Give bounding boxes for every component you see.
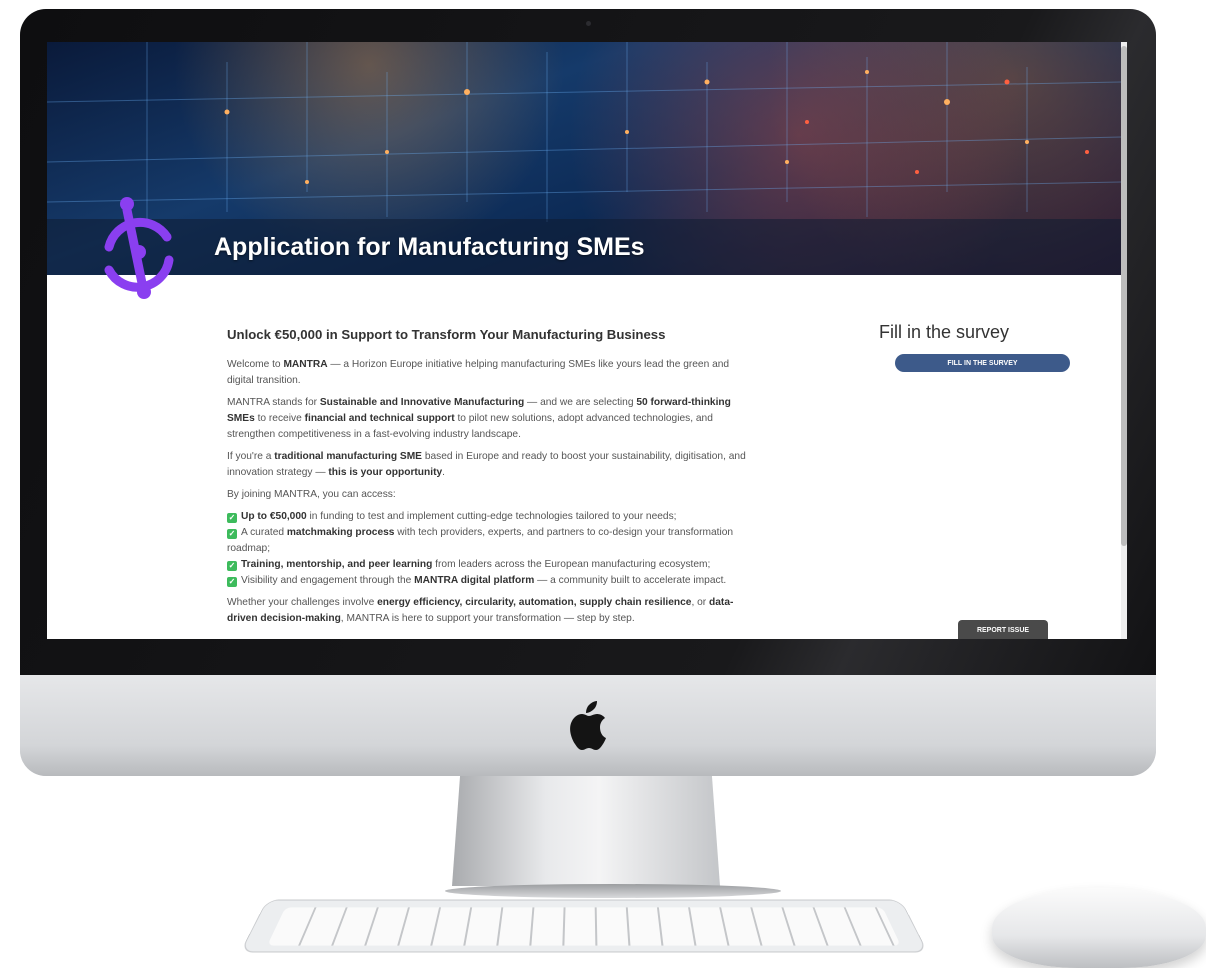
list-item: ✓ Up to €50,000 in funding to test and im… <box>227 509 747 525</box>
text-bold: Training, mentorship, and peer learning <box>241 559 433 570</box>
eligibility-paragraph: If you're a traditional manufacturing SM… <box>227 449 747 481</box>
text-bold: financial and technical support <box>304 413 455 424</box>
browser-viewport: Application for Manufacturing SMEs Unloc… <box>47 42 1127 639</box>
article-heading: Unlock €50,000 in Support to Transform Y… <box>227 327 666 342</box>
text-span: Visibility and engagement through the <box>241 575 415 586</box>
keyboard <box>239 899 929 953</box>
fill-survey-button[interactable]: FILL IN THE SURVEY <box>895 354 1070 372</box>
text-span: Welcome to <box>227 359 284 370</box>
text-span: — and we are selecting <box>524 397 637 408</box>
survey-heading: Fill in the survey <box>879 322 1010 342</box>
text-bold: matchmaking process <box>286 527 395 538</box>
benefits-intro: By joining MANTRA, you can access: <box>227 489 396 500</box>
mantra-description-paragraph: MANTRA stands for Sustainable and Innova… <box>227 395 747 443</box>
text-span: in funding to test and implement cutting… <box>306 511 677 522</box>
list-item: ✓ Training, mentorship, and peer learning… <box>227 557 747 573</box>
imac-stand <box>452 776 720 886</box>
list-item: ✓ Visibility and engagement through the M… <box>227 573 747 589</box>
report-issue-button[interactable]: REPORT ISSUE <box>958 620 1048 639</box>
check-icon: ✓ <box>227 513 237 523</box>
text-span: . <box>442 467 445 478</box>
mantra-logo-icon <box>104 197 174 299</box>
camera-icon <box>586 21 591 26</box>
hero-banner: Application for Manufacturing SMEs <box>47 42 1121 275</box>
text-span: If you're a <box>227 451 275 462</box>
apple-logo-icon <box>570 701 606 750</box>
text-bold: this is your opportunity <box>328 467 443 478</box>
text-bold: Sustainable and Innovative Manufacturing <box>319 397 525 408</box>
text-bold: energy efficiency, circularity, automati… <box>377 597 692 608</box>
text-span: A curated <box>241 527 287 538</box>
list-item: ✓ A curated matchmaking process with tech… <box>227 525 747 557</box>
mouse <box>992 888 1206 968</box>
main-article: Unlock €50,000 in Support to Transform Y… <box>227 326 747 633</box>
text-span: to receive <box>254 413 305 424</box>
text-bold: MANTRA digital platform <box>414 575 535 586</box>
scrollbar-thumb[interactable] <box>1121 46 1127 546</box>
check-icon: ✓ <box>227 561 237 571</box>
text-span: Whether your challenges involve <box>227 597 378 608</box>
benefits-list: ✓ Up to €50,000 in funding to test and im… <box>227 509 747 589</box>
text-span: , MANTRA is here to support your transfo… <box>340 613 635 624</box>
challenges-paragraph: Whether your challenges involve energy e… <box>227 595 747 627</box>
page-title: Application for Manufacturing SMEs <box>214 233 645 261</box>
imac-stand-foot <box>445 884 781 898</box>
check-icon: ✓ <box>227 577 237 587</box>
text-bold: Up to €50,000 <box>241 511 307 522</box>
text-bold: MANTRA <box>283 359 328 370</box>
text-span: , or <box>691 597 710 608</box>
text-bold: traditional manufacturing SME <box>274 451 422 462</box>
text-span: MANTRA stands for <box>227 397 320 408</box>
scrollbar[interactable] <box>1121 42 1127 639</box>
text-span: from leaders across the European manufac… <box>432 559 711 570</box>
intro-paragraph: Welcome to MANTRA — a Horizon Europe ini… <box>227 357 747 389</box>
check-icon: ✓ <box>227 529 237 539</box>
survey-sidebar: Fill in the survey FILL IN THE SURVEY <box>879 322 1079 372</box>
text-span: — a community built to accelerate impact… <box>534 575 727 586</box>
